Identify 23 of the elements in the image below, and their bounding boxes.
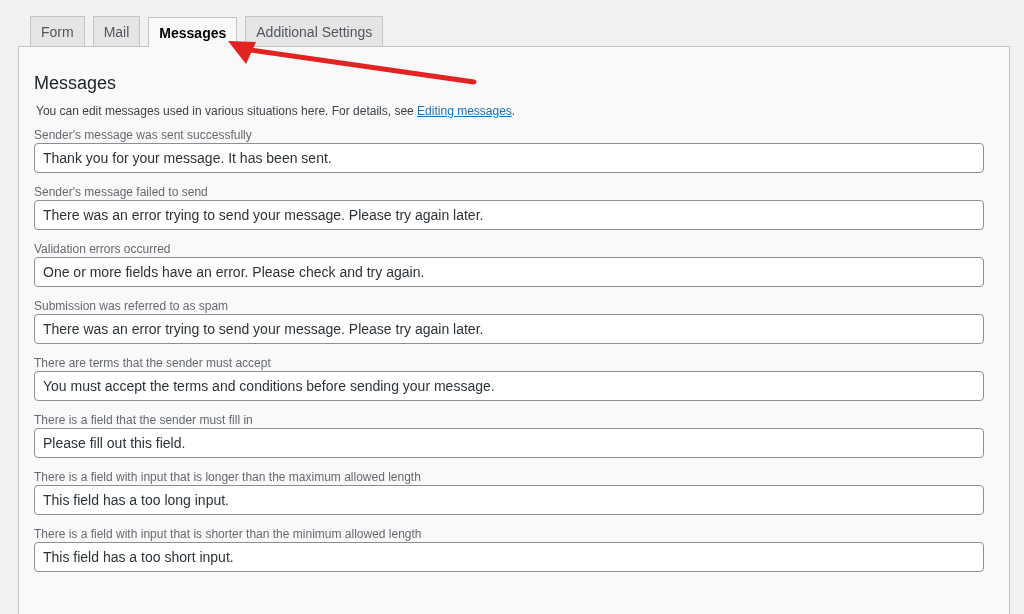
field-label: There are terms that the sender must accept [34, 356, 272, 370]
field-label: Submission was referred to as spam [34, 299, 230, 313]
section-heading: Messages [34, 73, 118, 94]
tab[interactable]: Form [30, 16, 85, 46]
field-label: Sender's message failed to send [34, 185, 209, 199]
message-field[interactable]: One or more fields have an error. Please check and try again. [34, 257, 984, 287]
message-field[interactable]: This field has a too short input. [34, 542, 984, 572]
field-label: Validation errors occurred [34, 242, 172, 256]
message-field[interactable]: This field has a too long input. [34, 485, 984, 515]
field-label: Sender's message was sent successfully [34, 128, 253, 142]
editing-messages-link[interactable]: Editing messages [417, 104, 512, 118]
message-field[interactable]: There was an error trying to send your message. Please try again later. [34, 200, 984, 230]
message-field[interactable]: Please fill out this field. [34, 428, 984, 458]
message-field[interactable]: Thank you for your message. It has been sent. [34, 143, 984, 173]
tab[interactable]: Additional Settings [245, 16, 384, 46]
tab[interactable]: Messages [148, 17, 238, 47]
tab[interactable]: Mail [92, 16, 141, 46]
description-text: You can edit messages used in various situations here. For details, see Editing messages. [36, 104, 517, 118]
field-label: There is a field with input that is longer than the maximum allowed length [34, 470, 422, 484]
message-field[interactable]: You must accept the terms and conditions before sending your message. [34, 371, 984, 401]
field-label: There is a field that the sender must fill in [34, 413, 254, 427]
message-field[interactable]: There was an error trying to send your message. Please try again later. [34, 314, 984, 344]
field-label: There is a field with input that is shorter than the minimum allowed length [34, 527, 423, 541]
